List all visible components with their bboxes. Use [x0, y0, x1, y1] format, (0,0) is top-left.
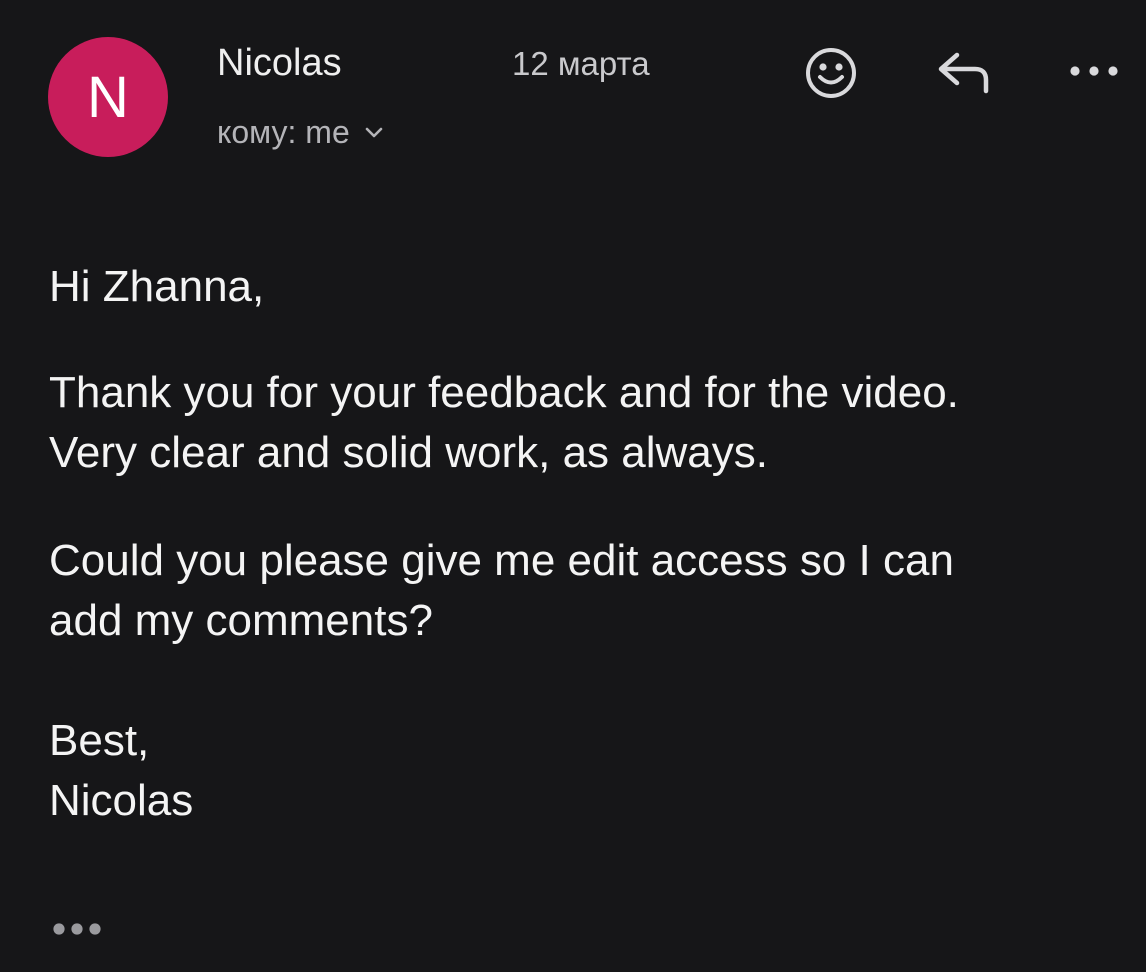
smiley-face-icon — [804, 46, 858, 105]
message-signature: Nicolas — [49, 776, 194, 825]
chevron-down-icon — [364, 126, 384, 140]
recipient-label: кому: me — [217, 114, 350, 150]
message-paragraph-line: add my comments? — [49, 596, 433, 645]
avatar-letter: N — [87, 64, 129, 130]
message-date: 12 марта — [512, 45, 650, 82]
more-horizontal-icon — [1068, 64, 1120, 83]
show-trimmed-content-button[interactable] — [50, 918, 106, 944]
show-trimmed-content-icon — [50, 921, 104, 942]
reply-button[interactable] — [930, 48, 996, 102]
message-paragraph-line: Could you please give me edit access so … — [49, 536, 954, 585]
recipient-toggle[interactable]: кому: me — [217, 114, 384, 151]
avatar[interactable]: N — [48, 37, 168, 157]
email-message-view: N Nicolas 12 марта кому: me Hi Zhanna, T… — [0, 0, 1146, 972]
message-signoff: Best, — [49, 716, 150, 765]
message-greeting: Hi Zhanna, — [49, 262, 265, 311]
sender-name[interactable]: Nicolas — [217, 42, 342, 85]
message-paragraph-line: Thank you for your feedback and for the … — [49, 368, 959, 417]
message-paragraph-line: Very clear and solid work, as always. — [49, 428, 768, 477]
reply-arrow-icon — [933, 49, 993, 102]
add-reaction-button[interactable] — [800, 44, 862, 106]
more-options-button[interactable] — [1064, 56, 1124, 90]
